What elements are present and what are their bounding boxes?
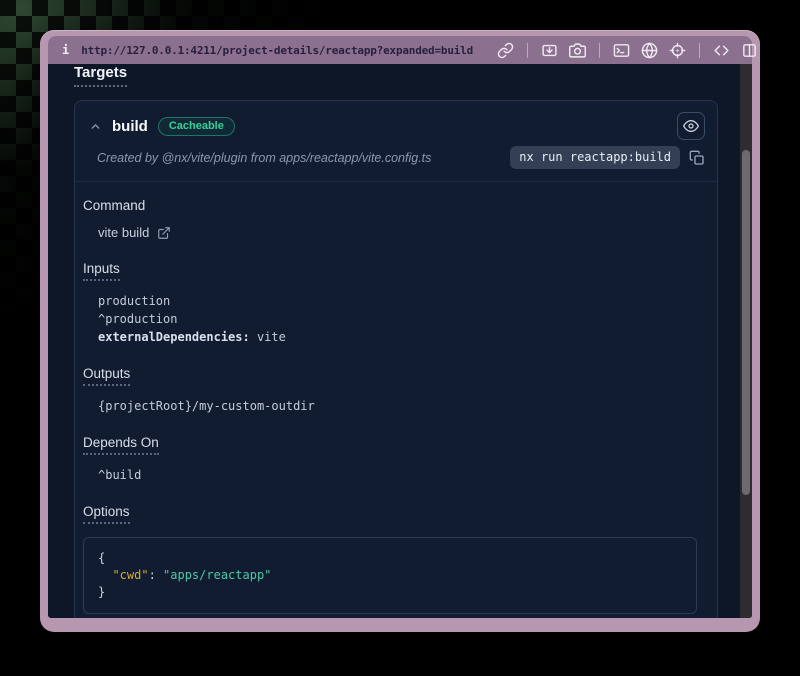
depends-on-item: ^build xyxy=(98,466,697,484)
options-section: Options { "cwd": "apps/reactapp" } xyxy=(83,503,697,614)
options-json-box: { "cwd": "apps/reactapp" } xyxy=(83,537,697,614)
pick-locator-icon[interactable] xyxy=(669,42,686,59)
info-icon: i xyxy=(62,43,69,57)
external-dependencies-key: externalDependencies: xyxy=(98,330,250,344)
run-command-group: nx run reactapp:build xyxy=(510,146,705,169)
command-heading: Command xyxy=(83,198,145,213)
camera-icon[interactable] xyxy=(569,42,586,59)
link-icon[interactable] xyxy=(497,42,514,59)
address-bar[interactable]: http://127.0.0.1:4211/project-details/re… xyxy=(81,44,473,57)
build-card-body: Command vite build Inputs xyxy=(75,182,717,618)
command-value-row: vite build xyxy=(98,224,697,241)
source-code-icon[interactable] xyxy=(713,42,730,59)
browser-toolbar: i http://127.0.0.1:4211/project-details/… xyxy=(48,36,752,64)
inputs-section: Inputs production ^production externalDe… xyxy=(83,260,697,346)
json-line: { xyxy=(98,550,682,567)
toolbar-separator xyxy=(599,43,600,58)
inputs-heading[interactable]: Inputs xyxy=(83,261,120,281)
created-by-text: Created by @nx/vite/plugin from apps/rea… xyxy=(97,151,431,165)
project-details-content: Targets build Cacheable Created by @nx/v… xyxy=(48,64,752,618)
copy-icon[interactable] xyxy=(689,150,705,166)
cacheable-badge: Cacheable xyxy=(158,117,235,136)
created-by-row: Created by @nx/vite/plugin from apps/rea… xyxy=(75,142,717,182)
screenshot-save-icon[interactable] xyxy=(541,42,558,59)
chevron-up-icon[interactable] xyxy=(89,120,102,133)
globe-icon[interactable] xyxy=(641,42,658,59)
options-heading[interactable]: Options xyxy=(83,504,130,524)
run-command-chip: nx run reactapp:build xyxy=(510,146,680,169)
page-viewport: Targets build Cacheable Created by @nx/v… xyxy=(48,64,752,618)
input-item: ^production xyxy=(98,310,697,328)
view-target-graph-button[interactable] xyxy=(677,112,705,140)
terminal-icon[interactable] xyxy=(613,42,630,59)
target-card-build: build Cacheable Created by @nx/vite/plug… xyxy=(74,100,718,618)
build-card-header[interactable]: build Cacheable xyxy=(75,101,717,142)
outputs-heading[interactable]: Outputs xyxy=(83,366,130,386)
json-colon: : xyxy=(149,568,163,582)
target-name: build xyxy=(112,118,148,135)
json-value-cwd: "apps/reactapp" xyxy=(163,568,271,582)
output-item: {projectRoot}/my-custom-outdir xyxy=(98,397,697,415)
toolbar-separator xyxy=(699,43,700,58)
scrollbar-thumb[interactable] xyxy=(742,150,750,495)
input-item: production xyxy=(98,292,697,310)
toolbar-actions xyxy=(497,42,758,59)
external-link-icon[interactable] xyxy=(157,226,171,240)
toolbar-separator xyxy=(527,43,528,58)
split-view-icon[interactable] xyxy=(741,42,758,59)
depends-on-heading[interactable]: Depends On xyxy=(83,435,159,455)
command-section: Command vite build xyxy=(83,197,697,241)
depends-on-section: Depends On ^build xyxy=(83,434,697,484)
input-item: externalDependencies: vite xyxy=(98,328,697,346)
command-value: vite build xyxy=(98,224,149,241)
browser-window: i http://127.0.0.1:4211/project-details/… xyxy=(40,30,760,632)
json-key-cwd: "cwd" xyxy=(112,568,148,582)
page-title[interactable]: Targets xyxy=(74,64,127,87)
outputs-section: Outputs {projectRoot}/my-custom-outdir xyxy=(83,365,697,415)
json-line: "cwd": "apps/reactapp" xyxy=(98,567,682,584)
json-line: } xyxy=(98,584,682,601)
external-dependencies-value: vite xyxy=(250,330,286,344)
scrollbar-track[interactable] xyxy=(740,64,752,618)
